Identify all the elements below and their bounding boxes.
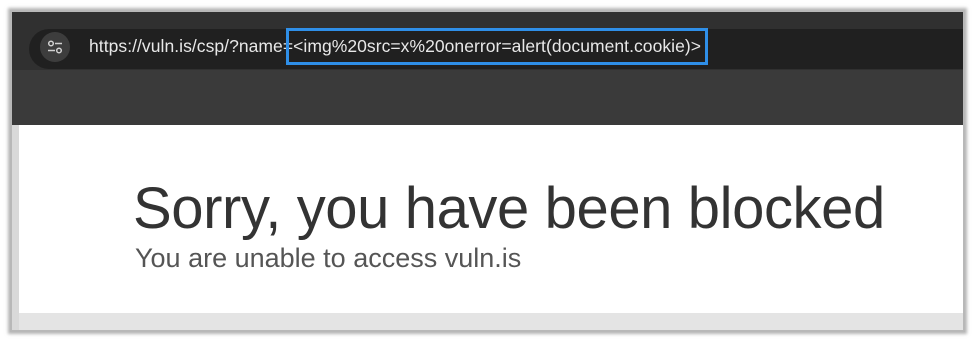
browser-screenshot: https://vuln.is/csp/?name=<img%20src=x%2… [10, 10, 965, 332]
page-subtitle: You are unable to access vuln.is [135, 243, 522, 273]
page-content: Sorry, you have been blocked You are una… [19, 125, 963, 327]
tune-icon [47, 40, 63, 54]
url-prefix: https://vuln.is/csp/?name= [89, 36, 294, 56]
screenshot-frame: https://vuln.is/csp/?name=<img%20src=x%2… [0, 0, 976, 342]
bottom-divider [19, 313, 963, 330]
browser-toolbar: https://vuln.is/csp/?name=<img%20src=x%2… [12, 12, 963, 125]
url-text[interactable]: https://vuln.is/csp/?name=<img%20src=x%2… [89, 28, 708, 65]
left-gutter [12, 125, 19, 330]
url-highlighted-payload: <img%20src=x%20onerror=alert(document.co… [286, 28, 708, 65]
page-title: Sorry, you have been blocked [133, 176, 885, 241]
site-settings-icon[interactable] [40, 32, 70, 62]
